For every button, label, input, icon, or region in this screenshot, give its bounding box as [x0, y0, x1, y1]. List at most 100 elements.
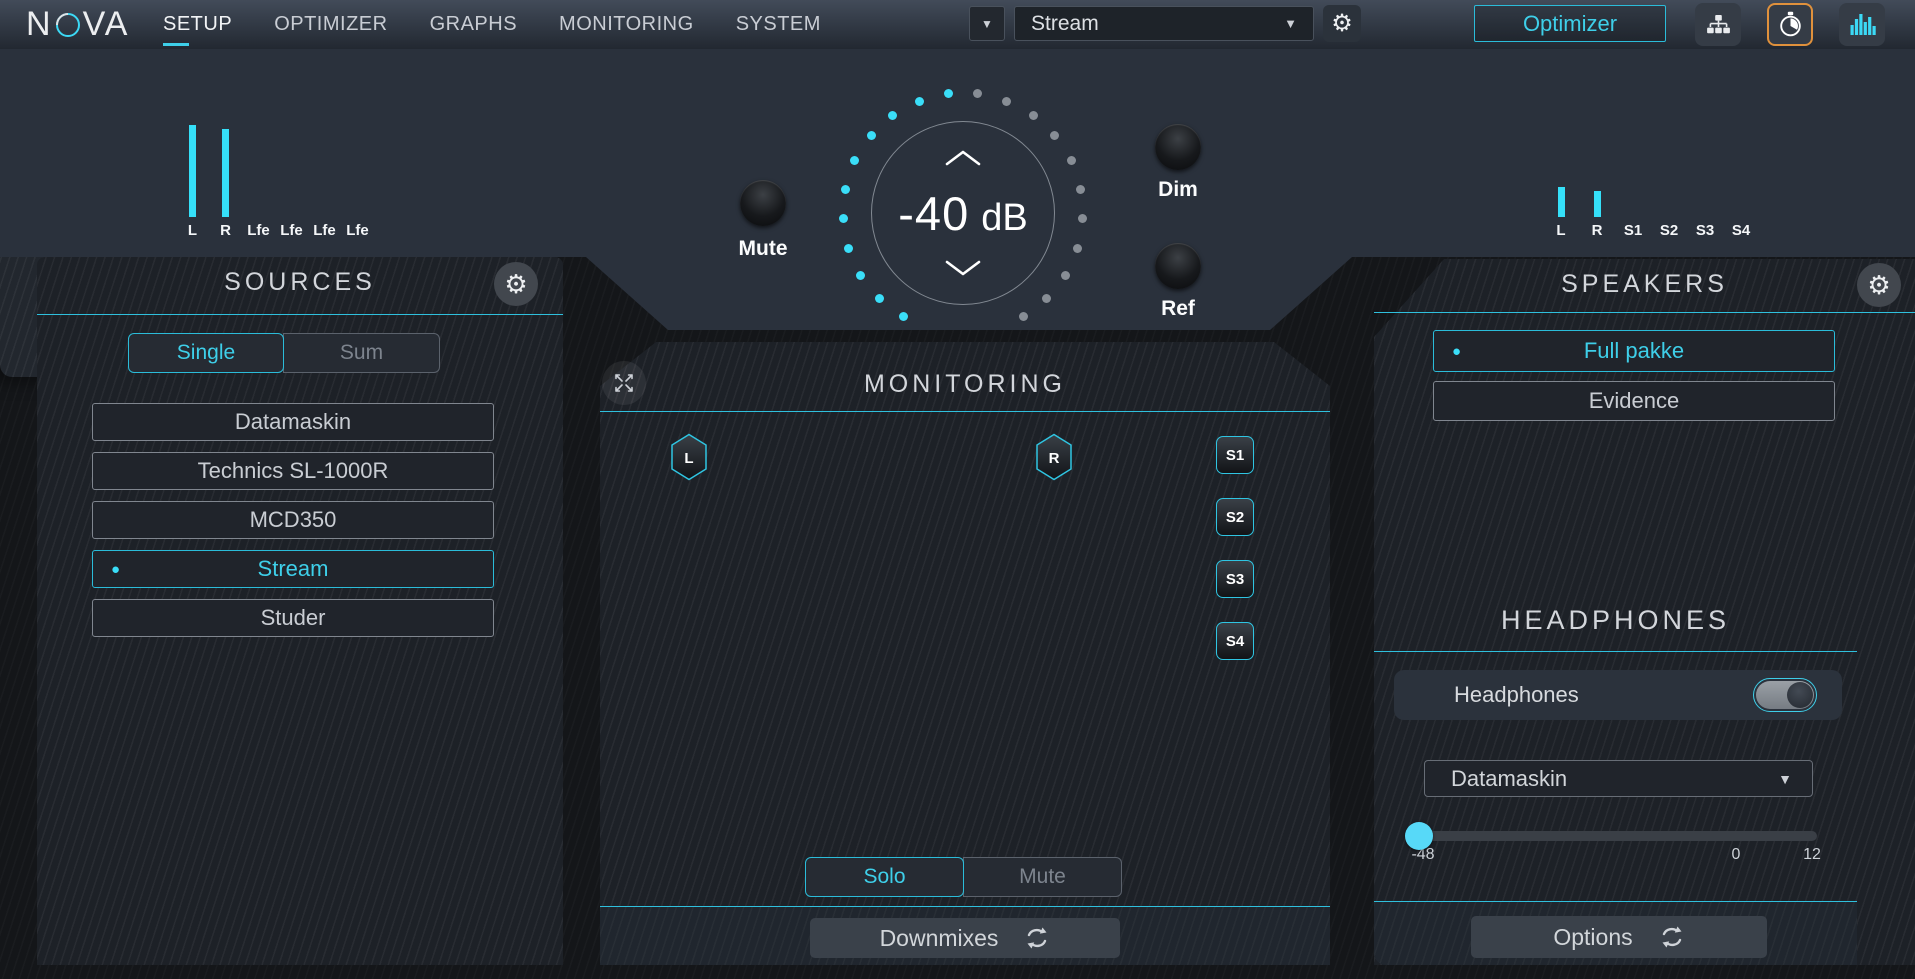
nav-item-graphs[interactable]: GRAPHS — [430, 0, 517, 49]
monitor-channel-S1[interactable]: S1 — [1216, 436, 1254, 474]
source-item-datamaskin[interactable]: Datamaskin — [92, 403, 494, 441]
meter-channel: S2 — [1651, 156, 1687, 240]
monitor-channel-L[interactable]: L — [670, 433, 708, 481]
dim-button[interactable] — [1155, 124, 1201, 170]
nav-item-optimizer[interactable]: OPTIMIZER — [274, 0, 387, 49]
ref-button[interactable] — [1155, 243, 1201, 289]
nav-item-setup[interactable]: SETUP — [163, 0, 232, 49]
headphones-volume-slider-thumb[interactable] — [1405, 822, 1433, 850]
mode-sum-button[interactable]: Sum — [283, 333, 440, 373]
options-button[interactable]: Options — [1471, 916, 1767, 958]
downmixes-button[interactable]: Downmixes — [810, 918, 1120, 958]
mute-mode-button[interactable]: Mute — [963, 857, 1122, 897]
monitor-channel-R[interactable]: R — [1035, 433, 1073, 481]
source-item-mcd350[interactable]: MCD350 — [92, 501, 494, 539]
gear-icon: ⚙ — [1867, 272, 1890, 298]
headphones-footer-divider — [1374, 901, 1857, 902]
caret-down-icon: ▼ — [1778, 771, 1792, 787]
channel-badge-label: S3 — [1226, 571, 1244, 588]
nova-logo-o-icon — [55, 12, 81, 38]
volume-knob[interactable]: -40 dB — [871, 121, 1055, 305]
swap-cycle-icon — [1024, 926, 1050, 950]
volume-db-unit: dB — [981, 197, 1027, 240]
meter-label: Lfe — [247, 222, 270, 240]
stopwatch-icon — [1777, 11, 1804, 38]
source-select-value: Stream — [1031, 12, 1099, 36]
source-level-meters: L R Lfe Lfe Lfe Lfe — [176, 116, 374, 240]
meter-label: R — [220, 222, 231, 240]
volume-down-chevron[interactable] — [945, 260, 981, 276]
source-select[interactable]: Stream ▼ — [1014, 6, 1314, 41]
meter-channel: R — [1579, 156, 1615, 240]
logo-letter-n: N — [26, 5, 53, 44]
nav-item-monitoring[interactable]: MONITORING — [559, 0, 694, 49]
meter-label: R — [1592, 222, 1603, 240]
headphones-toggle-label: Headphones — [1454, 682, 1579, 708]
monitor-channel-S4[interactable]: S4 — [1216, 622, 1254, 660]
optimizer-button[interactable]: Optimizer — [1474, 5, 1666, 42]
nova-logo: N VA — [26, 0, 129, 49]
channel-badge-label: S1 — [1226, 447, 1244, 464]
headphones-output-select[interactable]: Datamaskin ▼ — [1424, 760, 1813, 797]
app-window: N VA SETUP OPTIMIZER GRAPHS MONITORING S… — [0, 0, 1915, 979]
sources-settings-button[interactable]: ⚙ — [494, 262, 538, 306]
timer-mode-button[interactable] — [1767, 3, 1813, 46]
source-item-studer[interactable]: Studer — [92, 599, 494, 637]
meter-bar — [189, 125, 196, 217]
toggle-knob — [1787, 682, 1813, 708]
headphones-toggle[interactable] — [1756, 681, 1814, 709]
network-icon — [1706, 14, 1731, 35]
sources-divider — [37, 314, 563, 315]
meter-bar — [222, 129, 229, 217]
meter-channel: S1 — [1615, 156, 1651, 240]
selected-bullet-icon: ● — [1452, 343, 1461, 360]
meter-label: S2 — [1660, 222, 1678, 240]
sources-title: SOURCES — [37, 268, 563, 297]
meter-label: S4 — [1732, 222, 1750, 240]
nav-item-system[interactable]: SYSTEM — [736, 0, 821, 49]
speaker-item-full-pakke[interactable]: ● Full pakke — [1433, 330, 1835, 372]
meter-channel: Lfe — [308, 116, 341, 240]
slider-zero-label: 0 — [1706, 846, 1766, 864]
monitor-channel-S3[interactable]: S3 — [1216, 560, 1254, 598]
solo-mute-toggle: Solo Mute — [805, 857, 1122, 897]
headphones-output-value: Datamaskin — [1451, 766, 1567, 792]
meter-channel: S4 — [1723, 156, 1759, 240]
logo-letters-va: VA — [83, 5, 130, 44]
nav-settings-button[interactable]: ⚙ — [1323, 5, 1361, 42]
equalizer-bars-icon — [1849, 12, 1876, 37]
network-view-button[interactable] — [1695, 3, 1741, 46]
speaker-item-evidence[interactable]: Evidence — [1433, 381, 1835, 421]
volume-value: -40 dB — [898, 186, 1027, 241]
mode-single-button[interactable]: Single — [128, 333, 284, 373]
monitoring-title: MONITORING — [600, 370, 1330, 399]
mute-button[interactable] — [740, 180, 786, 226]
meter-label: Lfe — [313, 222, 336, 240]
solo-button[interactable]: Solo — [805, 857, 964, 897]
monitor-channel-S2[interactable]: S2 — [1216, 498, 1254, 536]
meter-channel: Lfe — [341, 116, 374, 240]
meters-view-button[interactable] — [1839, 3, 1885, 46]
headphones-title: HEADPHONES — [1374, 605, 1857, 636]
headphones-volume-slider-track[interactable] — [1406, 831, 1817, 841]
channel-badge-label: S4 — [1226, 633, 1244, 650]
caret-down-icon: ▼ — [1284, 16, 1297, 31]
meter-label: L — [1556, 222, 1565, 240]
speakers-divider — [1374, 312, 1915, 313]
speakers-settings-button[interactable]: ⚙ — [1857, 263, 1901, 307]
swap-cycle-icon — [1659, 925, 1685, 949]
volume-up-chevron[interactable] — [945, 150, 981, 166]
source-quick-dropdown[interactable]: ▼ — [969, 6, 1005, 41]
meter-channel: Lfe — [242, 116, 275, 240]
speakers-title: SPEAKERS — [1374, 270, 1915, 299]
source-mode-toggle: Single Sum — [128, 333, 440, 373]
meter-label: S3 — [1696, 222, 1714, 240]
downmixes-label: Downmixes — [880, 925, 999, 952]
source-item-technics[interactable]: Technics SL-1000R — [92, 452, 494, 490]
source-item-stream[interactable]: ● Stream — [92, 550, 494, 588]
gear-icon: ⚙ — [504, 271, 527, 297]
top-nav-bar: N VA SETUP OPTIMIZER GRAPHS MONITORING S… — [0, 0, 1915, 49]
meter-channel: S3 — [1687, 156, 1723, 240]
volume-db-number: -40 — [898, 186, 969, 241]
speaker-item-label: Full pakke — [1584, 338, 1684, 364]
